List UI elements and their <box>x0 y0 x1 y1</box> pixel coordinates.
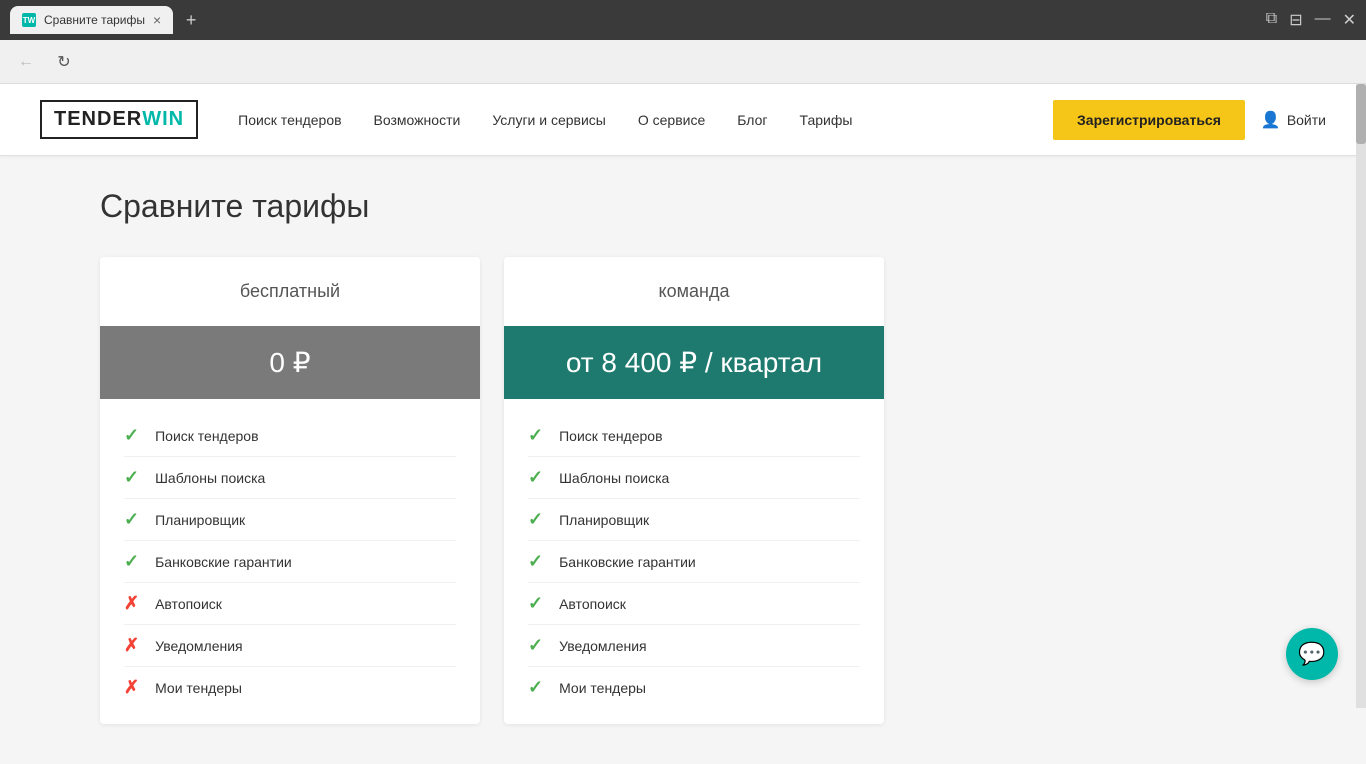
nav-blog[interactable]: Блог <box>737 112 767 128</box>
back-button[interactable]: ← <box>12 48 40 76</box>
browser-controls: ⧉ ⊟ — ✕ <box>1266 10 1356 30</box>
check-icon: ✓ <box>124 551 139 572</box>
list-item: ✓ Планировщик <box>528 499 860 541</box>
list-item: ✗ Уведомления <box>124 625 456 667</box>
check-icon: ✓ <box>124 509 139 530</box>
list-item: ✓ Мои тендеры <box>528 667 860 708</box>
logo-tender: TENDER <box>54 108 142 131</box>
scrollbar[interactable] <box>1356 84 1366 708</box>
nav-about[interactable]: О сервисе <box>638 112 705 128</box>
tab-close-btn[interactable]: × <box>153 12 161 28</box>
list-item: ✗ Мои тендеры <box>124 667 456 708</box>
main-nav: Поиск тендеров Возможности Услуги и серв… <box>238 112 1053 128</box>
plan-name-free: бесплатный <box>100 257 480 326</box>
list-item: ✓ Поиск тендеров <box>124 415 456 457</box>
tab-favicon: TW <box>22 13 36 27</box>
active-tab[interactable]: TW Сравните тарифы × <box>10 6 173 34</box>
nav-services[interactable]: Услуги и сервисы <box>492 112 606 128</box>
scrollbar-thumb[interactable] <box>1356 84 1366 144</box>
cross-icon: ✗ <box>124 593 139 614</box>
check-icon: ✓ <box>528 551 543 572</box>
plan-card-team: команда от 8 400 ₽ / квартал ✓ Поиск тен… <box>504 257 884 724</box>
list-item: ✗ Автопоиск <box>124 583 456 625</box>
list-item: ✓ Планировщик <box>124 499 456 541</box>
page-title: Сравните тарифы <box>100 188 1266 225</box>
check-icon: ✓ <box>124 467 139 488</box>
cross-icon: ✗ <box>124 677 139 698</box>
check-icon: ✓ <box>528 509 543 530</box>
list-item: ✓ Банковские гарантии <box>124 541 456 583</box>
nav-actions: Зарегистрироваться 👤 Войти <box>1053 100 1326 140</box>
features-list-team: ✓ Поиск тендеров ✓ Шаблоны поиска ✓ План… <box>504 399 884 724</box>
tab-bar: TW Сравните тарифы × + <box>10 6 1258 34</box>
nav-features[interactable]: Возможности <box>374 112 461 128</box>
check-icon: ✓ <box>528 635 543 656</box>
features-list-free: ✓ Поиск тендеров ✓ Шаблоны поиска ✓ План… <box>100 399 480 724</box>
menu-btn[interactable]: ⊟ <box>1289 10 1302 30</box>
chat-icon: 💬 <box>1298 641 1325 667</box>
check-icon: ✓ <box>528 467 543 488</box>
pricing-grid: бесплатный 0 ₽ ✓ Поиск тендеров ✓ Шаблон… <box>100 257 1266 724</box>
list-item: ✓ Шаблоны поиска <box>124 457 456 499</box>
chat-button[interactable]: 💬 <box>1286 628 1338 680</box>
list-item: ✓ Уведомления <box>528 625 860 667</box>
list-item: ✓ Поиск тендеров <box>528 415 860 457</box>
main-content: Сравните тарифы бесплатный 0 ₽ ✓ Поиск т… <box>0 156 1366 764</box>
cross-icon: ✗ <box>124 635 139 656</box>
refresh-button[interactable]: ↻ <box>50 48 78 76</box>
check-icon: ✓ <box>528 677 543 698</box>
site-header: TENDER WIN Поиск тендеров Возможности Ус… <box>0 84 1366 156</box>
close-window-btn[interactable]: ✕ <box>1343 10 1356 30</box>
list-item: ✓ Шаблоны поиска <box>528 457 860 499</box>
minimize-btn[interactable]: — <box>1315 10 1331 30</box>
logo-win: WIN <box>142 108 184 131</box>
logo-link[interactable]: TENDER WIN <box>40 100 198 139</box>
user-icon: 👤 <box>1261 110 1281 130</box>
login-button[interactable]: 👤 Войти <box>1261 110 1326 130</box>
plan-card-free: бесплатный 0 ₽ ✓ Поиск тендеров ✓ Шаблон… <box>100 257 480 724</box>
address-bar: ← ↻ <box>0 40 1366 84</box>
plan-price-team: от 8 400 ₽ / квартал <box>504 326 884 399</box>
browser-chrome: TW Сравните тарифы × + ⧉ ⊟ — ✕ <box>0 0 1366 40</box>
check-icon: ✓ <box>528 425 543 446</box>
nav-search[interactable]: Поиск тендеров <box>238 112 341 128</box>
list-item: ✓ Автопоиск <box>528 583 860 625</box>
list-item: ✓ Банковские гарантии <box>528 541 860 583</box>
check-icon: ✓ <box>528 593 543 614</box>
page-content: TENDER WIN Поиск тендеров Возможности Ус… <box>0 84 1366 764</box>
restore-btn[interactable]: ⧉ <box>1266 10 1277 30</box>
tab-label: Сравните тарифы <box>44 13 145 27</box>
check-icon: ✓ <box>124 425 139 446</box>
plan-price-free: 0 ₽ <box>100 326 480 399</box>
plan-name-team: команда <box>504 257 884 326</box>
register-button[interactable]: Зарегистрироваться <box>1053 100 1245 140</box>
nav-tariffs[interactable]: Тарифы <box>800 112 853 128</box>
new-tab-button[interactable]: + <box>177 6 205 34</box>
